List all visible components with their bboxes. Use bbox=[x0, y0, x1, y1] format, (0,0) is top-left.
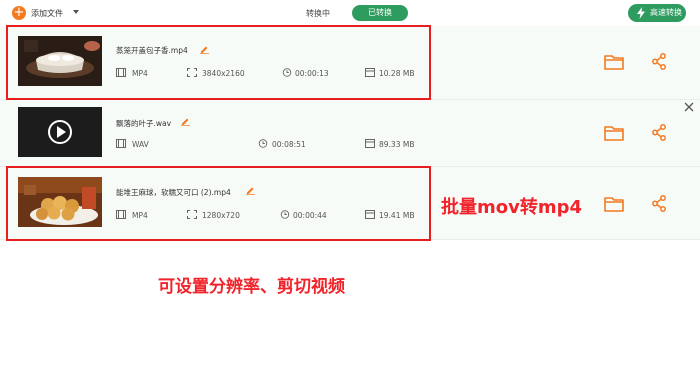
chevron-down-icon[interactable] bbox=[73, 10, 79, 14]
batch-annotation: 批量mov转mp4 bbox=[441, 197, 583, 218]
folder-icon[interactable] bbox=[604, 196, 624, 212]
add-files-button[interactable]: 添加文件 bbox=[31, 8, 63, 19]
clock-icon bbox=[258, 139, 268, 148]
close-icon[interactable] bbox=[684, 102, 694, 112]
folder-icon[interactable] bbox=[604, 54, 624, 70]
add-icon[interactable]: + bbox=[12, 6, 26, 20]
share-icon[interactable] bbox=[651, 53, 667, 70]
format-icon bbox=[116, 139, 126, 148]
fast-convert-button[interactable]: 高速转换 bbox=[628, 4, 686, 22]
file-name: 飘落的叶子.wav bbox=[116, 119, 172, 128]
file-format: WAV bbox=[132, 140, 149, 149]
highlight-box bbox=[6, 25, 431, 100]
folder-icon[interactable] bbox=[604, 125, 624, 141]
audio-thumbnail[interactable] bbox=[18, 107, 102, 157]
tab-converting[interactable]: 转换中 bbox=[306, 8, 330, 19]
highlight-box bbox=[6, 166, 431, 241]
lightning-icon bbox=[637, 7, 645, 19]
share-icon[interactable] bbox=[651, 195, 667, 212]
file-duration: 00:08:51 bbox=[272, 140, 306, 149]
settings-annotation: 可设置分辨率、剪切视频 bbox=[158, 277, 345, 297]
edit-icon[interactable] bbox=[181, 117, 190, 126]
size-icon bbox=[365, 139, 375, 148]
tab-converted[interactable]: 已转换 bbox=[352, 5, 408, 21]
fast-convert-label: 高速转换 bbox=[650, 8, 682, 17]
file-size: 89.33 MB bbox=[379, 140, 415, 149]
toolbar: + 添加文件 转换中 已转换 高速转换 bbox=[0, 0, 700, 26]
share-icon[interactable] bbox=[651, 124, 667, 141]
file-row: 飘落的叶子.wav WAV 00:08:51 89.33 MB bbox=[0, 100, 700, 167]
